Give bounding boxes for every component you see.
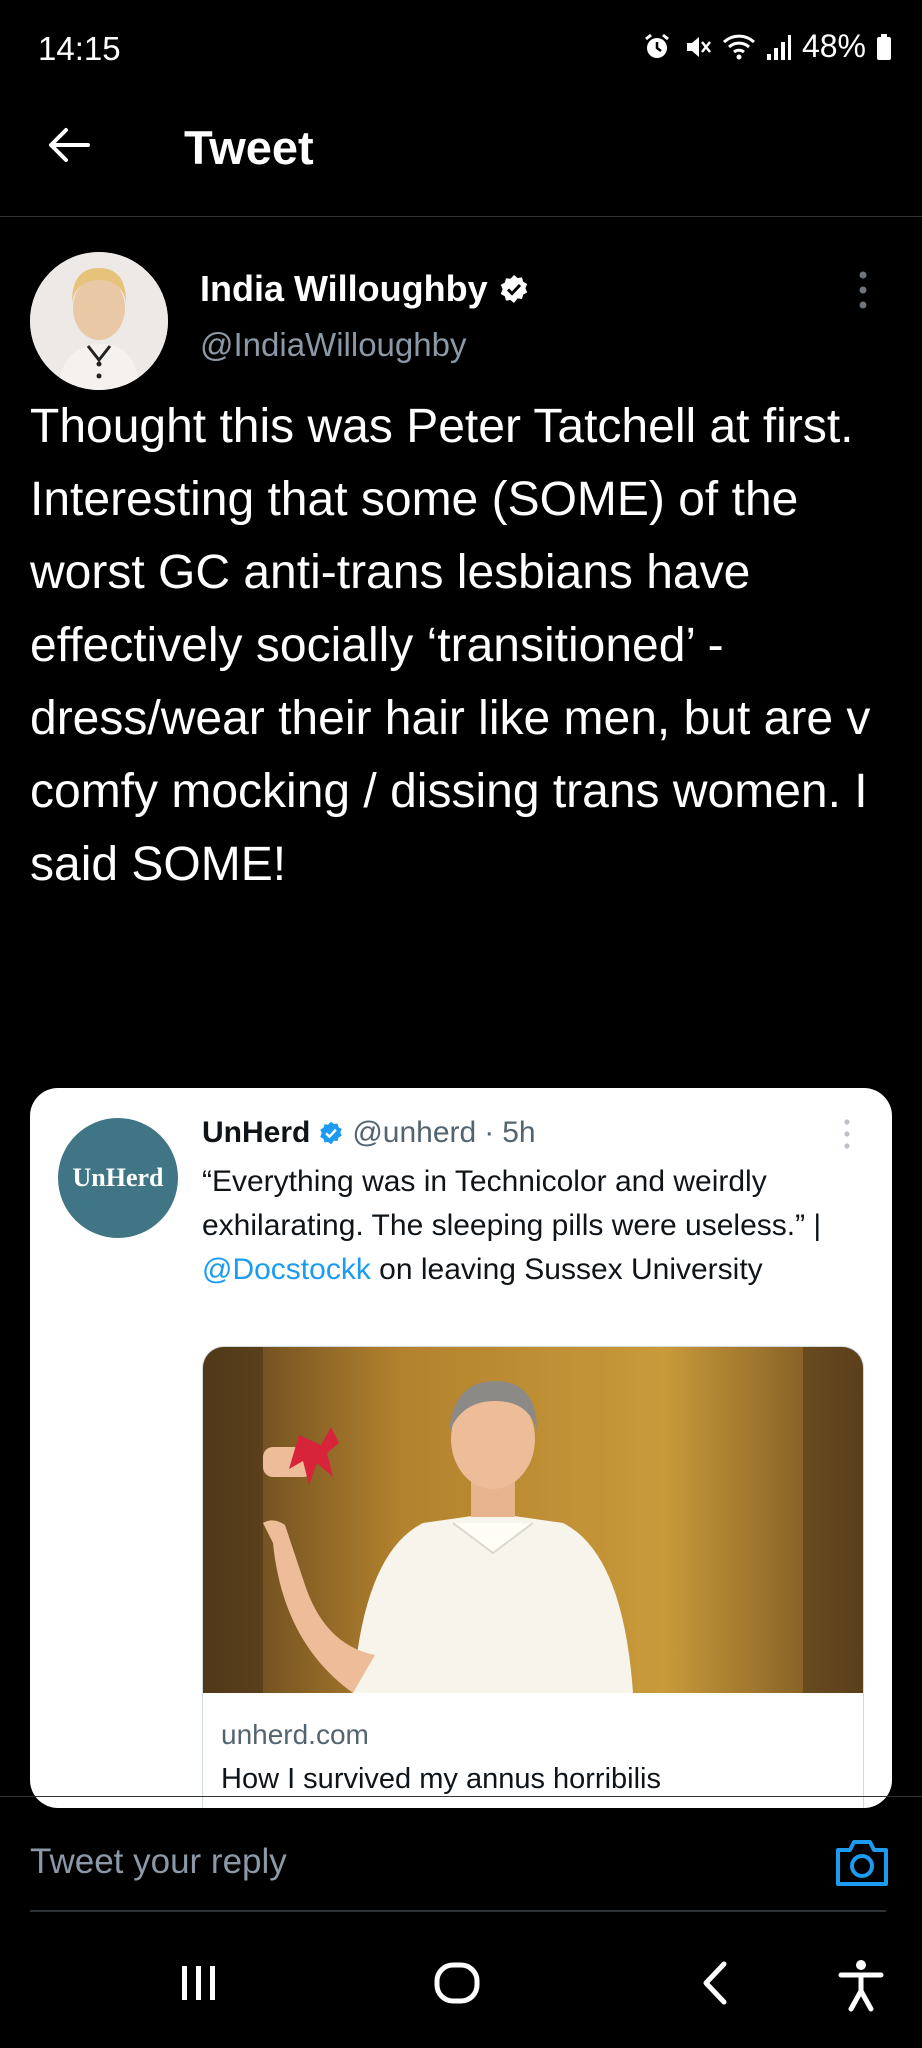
quoted-tweet-card[interactable]: UnHerd UnHerd @unherd · 5h “Everything w… <box>30 1088 892 1808</box>
link-domain: unherd.com <box>221 1719 369 1750</box>
wifi-icon <box>722 34 755 59</box>
verified-icon <box>500 275 527 303</box>
tweet-text: Thought this was Peter Tatchell at first… <box>30 400 871 891</box>
author-name-text: India Willoughby <box>200 268 488 309</box>
more-icon[interactable] <box>856 270 870 310</box>
battery-icon <box>877 33 891 60</box>
reply-input[interactable]: Tweet your reply <box>30 1842 287 1882</box>
alarm-icon <box>645 33 669 58</box>
author-name[interactable]: India Willoughby <box>200 268 530 310</box>
home-icon[interactable] <box>432 1958 482 2013</box>
link-preview-card[interactable]: unherd.com How I survived my annus horri… <box>202 1346 864 1808</box>
avatar[interactable] <box>30 252 168 390</box>
quoted-author-name[interactable]: UnHerd <box>202 1116 310 1150</box>
reply-divider <box>0 1796 922 1797</box>
signal-icon <box>766 34 791 60</box>
status-icons: 48% <box>642 28 892 65</box>
quoted-timestamp: 5h <box>502 1116 536 1149</box>
verified-icon <box>320 1121 343 1145</box>
quoted-tweet-text: “Everything was in Technicolor and weird… <box>202 1160 862 1292</box>
link-title: How I survived my annus horribilis <box>221 1763 661 1795</box>
mute-icon <box>686 36 711 57</box>
quoted-text-part-1: “Everything was in Technicolor and weird… <box>202 1165 822 1242</box>
status-time: 14:15 <box>38 30 121 67</box>
link-preview-image <box>203 1347 863 1693</box>
page-title: Tweet <box>184 121 314 174</box>
recents-icon[interactable] <box>176 1958 222 2013</box>
quoted-avatar[interactable]: UnHerd <box>58 1118 178 1238</box>
quoted-author-handle[interactable]: @unherd <box>352 1116 476 1150</box>
battery-level: 48% <box>801 28 866 64</box>
accessibility-icon[interactable] <box>836 1958 886 2017</box>
quoted-separator: · <box>484 1116 495 1149</box>
quoted-more-icon[interactable] <box>842 1118 852 1150</box>
quoted-text-part-2: on leaving Sussex University <box>370 1253 763 1286</box>
header-divider <box>0 216 922 217</box>
author-handle[interactable]: @IndiaWilloughby <box>200 326 466 364</box>
back-arrow-icon[interactable] <box>42 118 96 172</box>
quoted-avatar-logo: UnHerd <box>72 1163 164 1192</box>
reply-underline <box>30 1910 886 1912</box>
back-icon[interactable] <box>696 1958 736 2013</box>
mention-link[interactable]: @Docstockk <box>202 1253 371 1286</box>
quoted-tweet-header: UnHerd @unherd · 5h <box>202 1116 536 1150</box>
camera-icon[interactable] <box>834 1836 890 1888</box>
